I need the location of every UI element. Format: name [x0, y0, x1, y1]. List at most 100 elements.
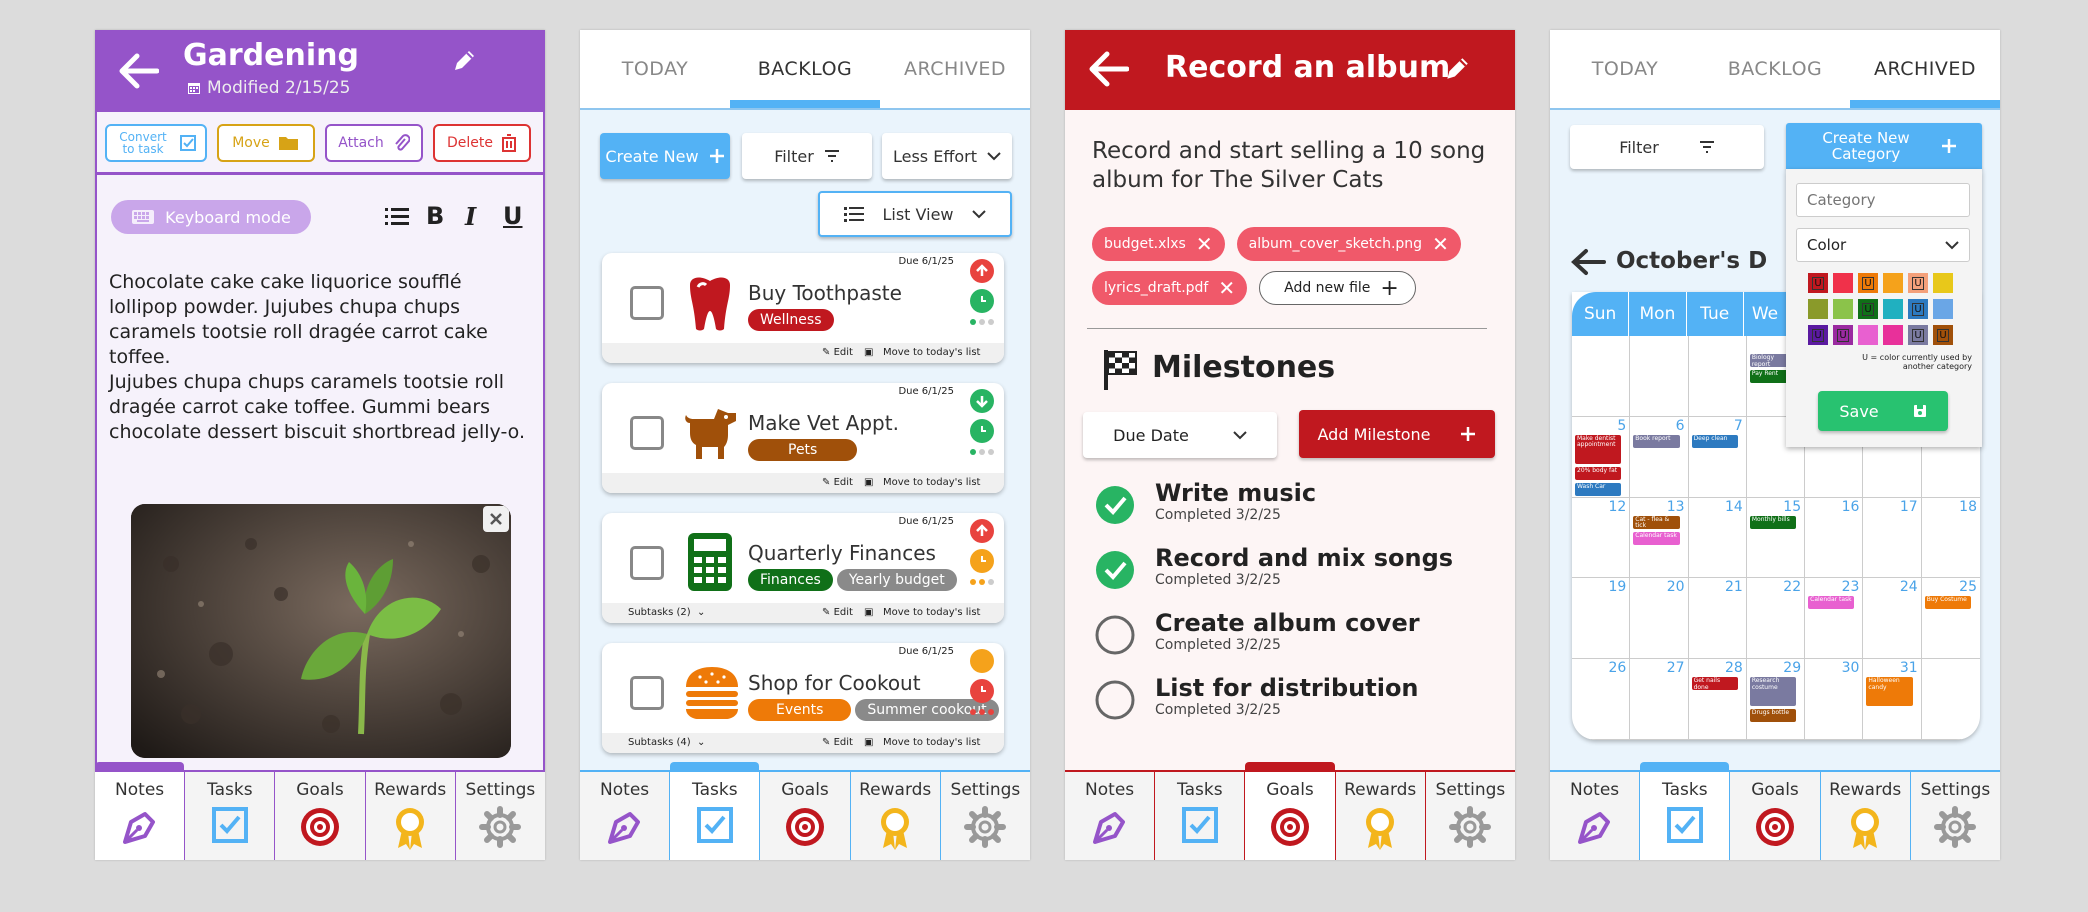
calendar-day-cell[interactable]: 23: [1805, 578, 1864, 660]
color-swatch[interactable]: [1833, 299, 1853, 319]
move-to-today-link[interactable]: ▣ Move to today's list: [864, 737, 980, 748]
note-paragraph-2[interactable]: Jujubes chupa chups caramels tootsie rol…: [109, 370, 533, 445]
file-chip[interactable]: lyrics_draft.pdf ✕: [1092, 271, 1248, 305]
calendar-event[interactable]: Drugs bottle: [1749, 709, 1797, 723]
nav-tasks[interactable]: Tasks: [670, 762, 761, 860]
color-swatch[interactable]: U: [1808, 325, 1828, 345]
nav-rewards[interactable]: Rewards: [1335, 772, 1426, 860]
color-swatch[interactable]: U: [1833, 325, 1853, 345]
pencil-icon[interactable]: [1443, 55, 1471, 83]
color-swatch[interactable]: [1858, 325, 1878, 345]
tab-backlog[interactable]: BACKLOG: [730, 30, 880, 108]
color-swatch[interactable]: [1933, 299, 1953, 319]
attach-button[interactable]: Attach: [325, 124, 423, 162]
tag-events[interactable]: Events: [748, 699, 852, 721]
color-swatch[interactable]: U: [1858, 273, 1878, 293]
task-card[interactable]: Make Vet Appt. Pets Due 6/1/25 ✎ Edit ▣ …: [602, 383, 1004, 493]
add-file-button[interactable]: Add new file +: [1259, 271, 1416, 305]
underline-button[interactable]: U: [503, 202, 523, 230]
tag-wellness[interactable]: Wellness: [748, 309, 834, 331]
color-swatch[interactable]: [1933, 273, 1953, 293]
task-checkbox[interactable]: [630, 546, 664, 580]
list-view-dropdown[interactable]: List View: [818, 191, 1012, 237]
calendar-day-cell[interactable]: 19: [1572, 578, 1631, 660]
convert-to-task-button[interactable]: Convert to task: [105, 124, 207, 162]
calendar-event[interactable]: Get nails done: [1691, 677, 1738, 691]
goal-description[interactable]: Record and start selling a 10 song album…: [1092, 137, 1492, 195]
add-milestone-button[interactable]: Add Milestone: [1299, 410, 1495, 458]
file-chip[interactable]: budget.xlxs ✕: [1092, 227, 1225, 261]
calendar-day-cell[interactable]: [1921, 659, 1980, 740]
tab-today[interactable]: TODAY: [580, 30, 730, 108]
calendar-day-cell[interactable]: 14: [1688, 497, 1747, 579]
calendar-event[interactable]: Make dentist appointment: [1575, 434, 1622, 464]
nav-settings[interactable]: Settings: [940, 772, 1030, 860]
calendar-day-cell[interactable]: 22: [1746, 578, 1806, 660]
nav-goals[interactable]: Goals: [1730, 772, 1821, 860]
color-swatch[interactable]: [1808, 299, 1828, 319]
milestone-item[interactable]: List for distribution Completed 3/2/25: [1095, 674, 1419, 724]
calendar-day-cell[interactable]: 30: [1805, 659, 1864, 740]
edit-link[interactable]: ✎ Edit: [822, 477, 853, 488]
keyboard-mode-toggle[interactable]: Keyboard mode: [111, 200, 311, 234]
tag-finances[interactable]: Finances: [748, 569, 833, 591]
task-checkbox[interactable]: [630, 286, 664, 320]
remove-file-icon[interactable]: ✕: [1218, 276, 1235, 300]
move-button[interactable]: Move: [217, 124, 315, 162]
note-paragraph-1[interactable]: Chocolate cake cake liquorice soufflé lo…: [109, 270, 533, 370]
color-swatch[interactable]: U: [1933, 325, 1953, 345]
close-icon[interactable]: [483, 506, 509, 532]
calendar-event[interactable]: Buy Costume: [1924, 596, 1971, 610]
check-circle-icon[interactable]: [1095, 550, 1135, 590]
calendar-day-cell[interactable]: 16: [1805, 497, 1864, 579]
calendar-event[interactable]: Research costume: [1749, 677, 1797, 707]
nav-tasks[interactable]: Tasks: [1640, 762, 1731, 860]
calendar-event[interactable]: Calendar task: [1808, 596, 1855, 610]
tab-today[interactable]: TODAY: [1550, 30, 1700, 108]
save-button[interactable]: Save: [1818, 391, 1948, 431]
nav-notes[interactable]: Notes: [1065, 772, 1156, 860]
nav-tasks[interactable]: Tasks: [185, 772, 276, 860]
nav-goals[interactable]: Goals: [275, 772, 366, 860]
color-swatch[interactable]: [1883, 325, 1903, 345]
calendar-day-cell[interactable]: [1688, 336, 1747, 417]
calendar-event[interactable]: 20% body fat: [1575, 466, 1622, 480]
calendar-day-cell[interactable]: 7: [1688, 416, 1747, 498]
milestone-item[interactable]: Record and mix songs Completed 3/2/25: [1095, 544, 1453, 594]
milestone-item[interactable]: Write music Completed 3/2/25: [1095, 479, 1316, 529]
calendar-day-cell[interactable]: 24: [1863, 578, 1922, 660]
calendar-day-cell[interactable]: 12: [1572, 497, 1631, 579]
task-card[interactable]: Buy Toothpaste Wellness Due 6/1/25 ✎ Edi…: [602, 253, 1004, 363]
color-swatch[interactable]: U: [1908, 325, 1928, 345]
delete-button[interactable]: Delete: [433, 124, 531, 162]
color-swatch[interactable]: U: [1908, 299, 1928, 319]
color-dropdown[interactable]: Color: [1796, 228, 1970, 262]
task-card[interactable]: Shop for Cookout Events Summer cookout Du…: [602, 643, 1004, 753]
calendar-event[interactable]: Monthly bills: [1749, 515, 1797, 529]
create-category-button[interactable]: Create New Category: [1786, 123, 1982, 169]
calendar-day-cell[interactable]: 26: [1572, 659, 1631, 740]
tab-archived[interactable]: ARCHIVED: [1850, 30, 2000, 108]
color-swatch[interactable]: U: [1908, 273, 1928, 293]
remove-file-icon[interactable]: ✕: [1432, 232, 1449, 256]
calendar-day-cell[interactable]: 25: [1921, 578, 1980, 660]
effort-sort-dropdown[interactable]: Less Effort: [882, 133, 1012, 179]
subtasks-toggle[interactable]: Subtasks (2) ⌄: [628, 607, 705, 618]
nav-rewards[interactable]: Rewards: [365, 772, 456, 860]
calendar-event[interactable]: Cat - flea & tick: [1633, 515, 1680, 529]
color-swatch[interactable]: [1883, 299, 1903, 319]
remove-file-icon[interactable]: ✕: [1196, 232, 1213, 256]
empty-circle-icon[interactable]: [1095, 680, 1135, 720]
pencil-icon[interactable]: [451, 48, 477, 74]
calendar-day-cell[interactable]: 6: [1630, 416, 1689, 498]
note-image[interactable]: [131, 504, 511, 758]
back-arrow-icon[interactable]: [1570, 248, 1606, 276]
nav-notes[interactable]: Notes: [95, 762, 186, 860]
subtasks-toggle[interactable]: Subtasks (4) ⌄: [628, 737, 705, 748]
edit-link[interactable]: ✎ Edit: [822, 347, 853, 358]
nav-tasks[interactable]: Tasks: [1155, 772, 1246, 860]
filter-button[interactable]: Filter: [742, 133, 872, 179]
calendar-event[interactable]: Book report: [1633, 434, 1680, 448]
calendar-event[interactable]: Halloween candy: [1866, 677, 1913, 707]
task-checkbox[interactable]: [630, 416, 664, 450]
